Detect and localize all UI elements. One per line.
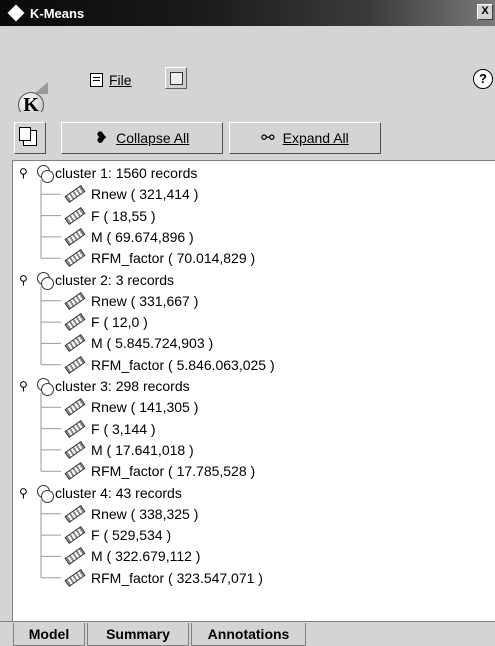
generate-button[interactable] — [165, 67, 187, 89]
model-tree-panel[interactable]: ⚲ cluster 1: 1560 records Rnew ( 321,414 )… — [12, 160, 495, 621]
file-menu-icon — [90, 73, 103, 87]
field-label: F ( 529,534 ) — [91, 527, 172, 544]
expand-toggle-icon[interactable]: ⚲ — [19, 486, 33, 500]
collapse-icon: ❥ — [94, 130, 109, 147]
field-label: Rnew ( 141,305 ) — [91, 399, 199, 416]
field-node[interactable]: M ( 17.641,018 ) — [64, 440, 194, 459]
cluster-node[interactable]: ⚲ cluster 2: 3 records — [19, 271, 175, 290]
ruler-field-icon — [64, 334, 86, 353]
field-label: M ( 69.674,896 ) — [91, 228, 194, 245]
tab-summary[interactable]: Summary — [87, 623, 189, 646]
expand-all-button[interactable]: ⚯ Expand All — [229, 122, 381, 154]
window-title: K-Means — [30, 5, 85, 21]
field-node[interactable]: F ( 3,144 ) — [64, 419, 156, 438]
field-node[interactable]: RFM_factor ( 323.547,071 ) — [64, 568, 263, 587]
field-label: Rnew ( 321,414 ) — [91, 186, 199, 203]
expand-toggle-icon[interactable]: ⚲ — [19, 379, 33, 393]
field-node[interactable]: M ( 5.845.724,903 ) — [64, 334, 214, 353]
ruler-field-icon — [64, 504, 86, 523]
cluster-icon — [33, 271, 55, 290]
field-node[interactable]: RFM_factor ( 70.014,829 ) — [64, 249, 256, 268]
ruler-field-icon — [64, 568, 86, 587]
ruler-field-icon — [64, 249, 86, 268]
cluster-label: cluster 1: 1560 records — [55, 165, 198, 181]
ruler-field-icon — [64, 462, 86, 481]
cluster-icon — [33, 378, 55, 396]
field-node[interactable]: F ( 12,0 ) — [64, 313, 148, 332]
ruler-field-icon — [64, 313, 86, 332]
menu-bar: File ? K — [0, 26, 495, 118]
field-label: RFM_factor ( 323.547,071 ) — [91, 569, 263, 586]
expand-all-label: Expand All — [282, 130, 349, 146]
tree-toolbar: ❥ Collapse All ⚯ Expand All — [0, 112, 495, 160]
ruler-field-icon — [64, 355, 86, 374]
collapse-all-label: Collapse All — [116, 130, 190, 146]
field-label: F ( 12,0 ) — [91, 314, 148, 331]
tab-strip: Model Summary Annotations — [0, 621, 495, 646]
field-node[interactable]: F ( 18,55 ) — [64, 206, 156, 225]
field-label: F ( 18,55 ) — [91, 207, 156, 224]
ruler-field-icon — [64, 291, 86, 310]
close-button[interactable]: X — [477, 4, 493, 20]
cluster-icon — [33, 165, 55, 183]
field-label: M ( 17.641,018 ) — [91, 441, 194, 458]
app-diamond-icon — [7, 4, 25, 22]
field-label: RFM_factor ( 17.785,528 ) — [91, 463, 256, 480]
title-bar: K-Means X — [0, 0, 495, 26]
field-node[interactable]: Rnew ( 338,325 ) — [64, 504, 199, 523]
field-node[interactable]: Rnew ( 331,667 ) — [64, 291, 199, 310]
cluster-label: cluster 4: 43 records — [55, 484, 182, 501]
field-label: M ( 5.845.724,903 ) — [91, 335, 214, 352]
collapse-all-button[interactable]: ❥ Collapse All — [61, 122, 223, 154]
cluster-label: cluster 2: 3 records — [55, 271, 175, 288]
ruler-field-icon — [64, 398, 86, 417]
expand-toggle-icon[interactable]: ⚲ — [19, 166, 33, 180]
file-menu[interactable]: File — [90, 70, 132, 90]
field-label: Rnew ( 331,667 ) — [91, 292, 199, 309]
file-menu-label: File — [109, 72, 132, 88]
field-label: M ( 322.679,112 ) — [91, 548, 201, 565]
expand-icon: ⚯ — [261, 130, 275, 147]
field-label: RFM_factor ( 5.846.063,025 ) — [91, 356, 275, 373]
cluster-label: cluster 3: 298 records — [55, 378, 190, 394]
copy-button[interactable] — [14, 122, 46, 154]
ruler-field-icon — [64, 547, 86, 566]
ruler-field-icon — [64, 185, 86, 204]
cluster-icon — [33, 484, 55, 503]
field-node[interactable]: Rnew ( 321,414 ) — [64, 185, 199, 204]
ruler-field-icon — [64, 440, 86, 459]
cluster-node[interactable]: ⚲ cluster 3: 298 records — [19, 377, 190, 396]
field-node[interactable]: M ( 69.674,896 ) — [64, 227, 194, 246]
field-node[interactable]: RFM_factor ( 5.846.063,025 ) — [64, 355, 275, 374]
ruler-field-icon — [64, 419, 86, 438]
expand-toggle-icon[interactable]: ⚲ — [19, 273, 33, 287]
ruler-field-icon — [64, 526, 86, 545]
ruler-field-icon — [64, 227, 86, 246]
help-button[interactable]: ? — [473, 69, 493, 89]
field-node[interactable]: Rnew ( 141,305 ) — [64, 398, 199, 417]
field-node[interactable]: RFM_factor ( 17.785,528 ) — [64, 462, 256, 481]
cluster-node[interactable]: ⚲ cluster 1: 1560 records — [19, 164, 198, 183]
tab-model[interactable]: Model — [13, 623, 85, 646]
copy-icon — [19, 127, 37, 146]
ruler-field-icon — [64, 206, 86, 225]
field-node[interactable]: F ( 529,534 ) — [64, 526, 172, 545]
tab-annotations[interactable]: Annotations — [191, 623, 306, 646]
field-node[interactable]: M ( 322.679,112 ) — [64, 547, 201, 566]
cluster-node[interactable]: ⚲ cluster 4: 43 records — [19, 484, 182, 503]
field-label: F ( 3,144 ) — [91, 420, 156, 437]
field-label: RFM_factor ( 70.014,829 ) — [91, 250, 256, 267]
field-label: Rnew ( 338,325 ) — [91, 505, 199, 522]
